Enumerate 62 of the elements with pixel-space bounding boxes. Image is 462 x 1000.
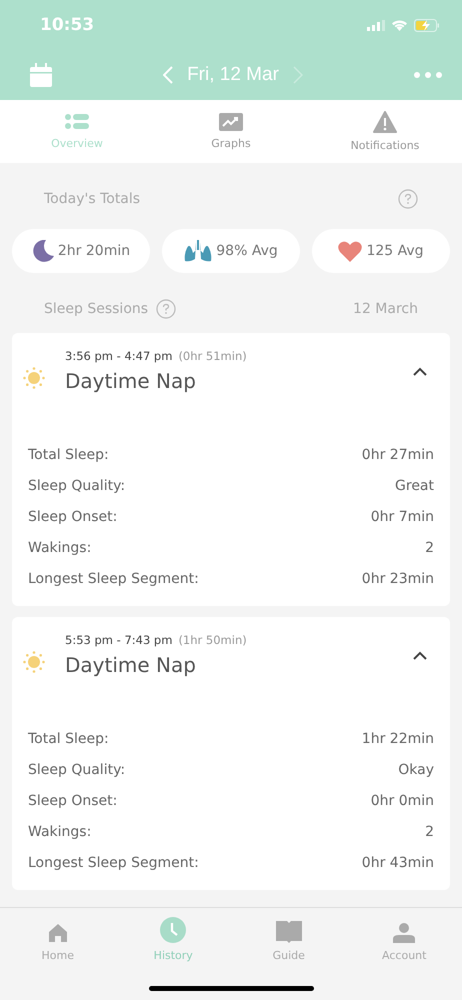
tab[interactable]: Overview — [0, 100, 154, 163]
help-icon[interactable] — [398, 189, 418, 209]
stat-label: Total Sleep: — [28, 730, 109, 746]
lungs-icon — [184, 240, 212, 262]
session-duration: (0hr 51min) — [178, 349, 247, 363]
person-icon — [393, 923, 416, 943]
moon-icon — [32, 240, 54, 262]
section-title: Sleep Sessions — [44, 301, 148, 317]
stat-label: Wakings: — [28, 540, 92, 556]
stat-value: 0hr 0min — [370, 792, 434, 808]
total-value: 125 Avg — [366, 243, 424, 259]
clock-icon — [160, 917, 186, 943]
nav-item[interactable]: Guide — [231, 916, 346, 962]
chevron-right-icon[interactable] — [292, 66, 303, 84]
battery-icon — [414, 18, 440, 32]
nav-item[interactable]: Home — [0, 916, 116, 962]
chevron-left-icon[interactable] — [163, 66, 174, 84]
sun-icon — [22, 367, 44, 389]
sun-icon — [22, 651, 44, 673]
stat-value: 1hr 22min — [362, 730, 434, 746]
stat-label: Longest Sleep Segment: — [28, 570, 199, 586]
session-time: 5:53 pm - 7:43 pm — [65, 633, 172, 647]
stat-label: Sleep Quality: — [28, 478, 126, 494]
section-date: 12 March — [353, 301, 418, 317]
stat-value: Okay — [398, 762, 434, 778]
stat-value: 0hr 23min — [362, 570, 434, 586]
stat-label: Sleep Onset: — [28, 508, 118, 524]
warning-icon — [373, 111, 397, 133]
nav-item[interactable]: History — [116, 916, 231, 962]
stat-label: Total Sleep: — [28, 446, 109, 462]
stat-value: 2 — [425, 824, 434, 840]
help-icon[interactable] — [156, 299, 176, 319]
book-icon — [276, 921, 302, 943]
signal-icon — [367, 20, 385, 30]
stat-value: 0hr 43min — [362, 854, 434, 870]
session-duration: (1hr 50min) — [178, 633, 247, 647]
stat-value: Great — [395, 478, 434, 494]
stat-label: Longest Sleep Segment: — [28, 854, 199, 870]
status-time: 10:53 — [40, 15, 94, 35]
stat-value: 0hr 27min — [362, 446, 434, 462]
more-icon[interactable] — [414, 72, 442, 78]
tab[interactable]: Graphs — [154, 100, 308, 163]
wifi-icon — [391, 19, 408, 31]
stat-label: Wakings: — [28, 824, 92, 840]
nav-item[interactable]: Account — [346, 916, 462, 962]
total-value: 2hr 20min — [58, 243, 130, 259]
section-title: Today's Totals — [44, 191, 140, 207]
chart-icon — [219, 113, 243, 131]
home-icon — [48, 923, 68, 943]
stat-label: Sleep Quality: — [28, 762, 126, 778]
stat-value: 0hr 7min — [370, 508, 434, 524]
session-time: 3:56 pm - 4:47 pm — [65, 349, 172, 363]
date-title: Fri, 12 Mar — [187, 64, 279, 86]
session-title: Daytime Nap — [65, 653, 197, 677]
session-title: Daytime Nap — [65, 369, 197, 393]
list-icon — [65, 113, 89, 131]
heart-icon — [338, 240, 362, 262]
tab[interactable]: Notifications — [308, 100, 462, 163]
stat-label: Sleep Onset: — [28, 792, 118, 808]
total-value: 98% Avg — [216, 243, 278, 259]
stat-value: 2 — [425, 540, 434, 556]
calendar-icon[interactable] — [30, 63, 52, 87]
